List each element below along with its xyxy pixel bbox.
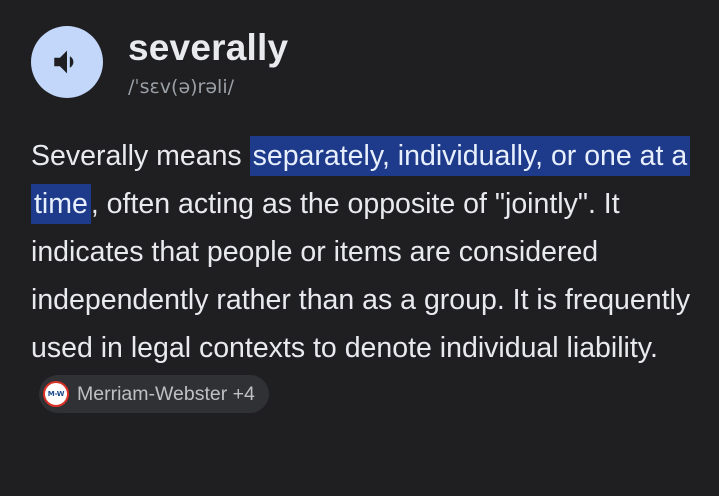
speaker-icon — [54, 50, 74, 74]
dictionary-panel: severally /ˈsɛv(ə)rəli/ Severally means … — [0, 0, 719, 496]
word-block: severally /ˈsɛv(ə)rəli/ — [128, 27, 288, 99]
logo-text: M-W — [47, 390, 65, 399]
definition-body: , often acting as the opposite of "joint… — [31, 188, 691, 364]
entry-header: severally /ˈsɛv(ə)rəli/ — [31, 26, 288, 99]
headword: severally — [128, 27, 289, 68]
pronunciation-audio-button[interactable] — [31, 26, 103, 98]
definition-intro: Severally means — [31, 140, 250, 172]
phonetic-transcription: /ˈsɛv(ə)rəli/ — [128, 76, 235, 98]
source-chip[interactable]: M-W Merriam-Webster +4 — [39, 375, 269, 414]
source-label: Merriam-Webster +4 — [77, 383, 255, 406]
definition-text: Severally means separately, individually… — [31, 132, 696, 420]
merriam-webster-logo-icon: M-W — [43, 381, 69, 408]
